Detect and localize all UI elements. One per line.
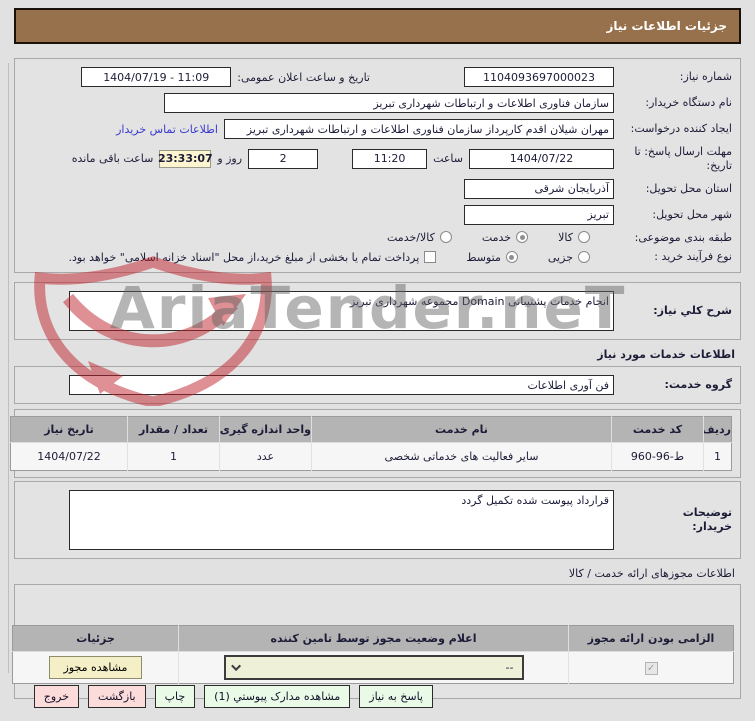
check-icon: ✓ bbox=[644, 661, 658, 675]
page-title-bar: جزئیات اطلاعات نیاز bbox=[14, 8, 741, 44]
service-group-row: گروه خدمت: فن آوری اطلاعات bbox=[21, 372, 734, 398]
col-quantity: تعداد / مقدار bbox=[127, 416, 220, 443]
col-need-date: تاریخ نیاز bbox=[10, 416, 128, 443]
creator-field[interactable]: مهران شیلان اقدم کارپرداز سازمان فناوری … bbox=[224, 119, 614, 139]
classification-option-goods-service[interactable]: کالا/خدمت bbox=[387, 231, 452, 244]
classification-option-service[interactable]: خدمت bbox=[482, 231, 529, 244]
announce-datetime-field[interactable]: 1404/07/19 - 11:09 bbox=[81, 67, 232, 87]
services-table: ردیف کد خدمت نام خدمت واحد اندازه گیری ت… bbox=[10, 416, 732, 471]
col-license-details: جزئیات bbox=[12, 625, 179, 652]
exit-button[interactable]: خروج bbox=[33, 685, 80, 708]
radio-icon[interactable] bbox=[578, 231, 590, 244]
view-attached-documents-button[interactable]: مشاهده مدارک پیوستي (1) bbox=[204, 685, 351, 708]
page-title: جزئیات اطلاعات نیاز bbox=[606, 19, 727, 33]
province-row: استان محل تحویل: آذربایجان شرقی bbox=[21, 176, 734, 202]
col-row-number: ردیف bbox=[703, 416, 732, 443]
deadline-date-field[interactable]: 1404/07/22 bbox=[469, 148, 614, 169]
buyer-org-label: نام دستگاه خریدار: bbox=[645, 96, 732, 110]
licenses-table: الزامی بودن ارائه مجوز اعلام وضعیت مجوز … bbox=[12, 625, 734, 684]
footer-button-bar: پاسخ به نیاز مشاهده مدارک پیوستي (1) چاپ… bbox=[33, 685, 433, 708]
cell-unit: عدد bbox=[219, 442, 312, 471]
service-group-field[interactable]: فن آوری اطلاعات bbox=[69, 375, 614, 395]
need-description-row: شرح کلي نیاز: انجام خدمات پشتیبانی Domai… bbox=[21, 288, 734, 334]
need-description-textarea[interactable]: انجام خدمات پشتیبانی Domain مجموعه شهردا… bbox=[69, 291, 614, 331]
back-button[interactable]: بازگشت bbox=[88, 685, 146, 708]
chevron-down-icon bbox=[230, 661, 241, 672]
creator-label: ایجاد کننده درخواست: bbox=[630, 122, 732, 136]
city-row: شهر محل تحویل: تبریز bbox=[21, 202, 734, 228]
buyer-org-field[interactable]: سازمان فناوری اطلاعات و ارتباطات شهرداری… bbox=[164, 93, 614, 113]
process-type-row: نوع فرآیند خرید : جزیی متوسط پرداخت تمام… bbox=[21, 247, 734, 267]
classification-option-goods[interactable]: کالا bbox=[558, 231, 590, 244]
licenses-table-header-row: الزامی بودن ارائه مجوز اعلام وضعیت مجوز … bbox=[12, 625, 734, 652]
announce-label: تاریخ و ساعت اعلان عمومی: bbox=[237, 70, 370, 84]
radio-icon[interactable] bbox=[439, 231, 452, 244]
process-option-partial[interactable]: جزیی bbox=[548, 251, 590, 264]
need-number-row: شماره نیاز: 1104093697000023 تاریخ و ساع… bbox=[21, 64, 734, 90]
cell-service-name: سایر فعالیت های خدماتی شخصی bbox=[311, 442, 612, 471]
need-number-label: شماره نیاز: bbox=[679, 70, 732, 84]
cell-license-details: مشاهده مجوز bbox=[12, 651, 179, 684]
respond-to-need-button[interactable]: پاسخ به نیاز bbox=[359, 685, 433, 708]
need-number-field[interactable]: 1104093697000023 bbox=[464, 67, 614, 87]
city-field[interactable]: تبریز bbox=[464, 204, 614, 225]
general-info-box: شماره نیاز: 1104093697000023 تاریخ و ساع… bbox=[14, 58, 741, 273]
licenses-box: الزامی بودن ارائه مجوز اعلام وضعیت مجوز … bbox=[12, 584, 741, 699]
services-table-header-row: ردیف کد خدمت نام خدمت واحد اندازه گیری ت… bbox=[10, 416, 732, 443]
need-details-page: { "colors": { "header_bg": "#96714b", "p… bbox=[0, 8, 755, 721]
col-service-code: کد خدمت bbox=[611, 416, 704, 443]
classification-row: طبقه بندی موضوعی: کالا خدمت کالا/خدمت bbox=[21, 228, 734, 248]
cell-need-date: 1404/07/22 bbox=[10, 442, 128, 471]
licenses-section-heading: اطلاعات مجوزهای ارائه خدمت / کالا bbox=[568, 567, 735, 580]
classification-label: طبقه بندی موضوعی: bbox=[634, 230, 732, 244]
frame-divider bbox=[8, 63, 9, 673]
remaining-hours-label: ساعت باقی مانده bbox=[71, 152, 154, 166]
col-unit: واحد اندازه گیری bbox=[219, 416, 312, 443]
deadline-label: مهلت ارسال پاسخ: تا تاریخ: bbox=[634, 145, 732, 172]
col-service-name: نام خدمت bbox=[311, 416, 612, 443]
need-description-label: شرح کلي نیاز: bbox=[653, 304, 732, 318]
cell-license-required: ✓ bbox=[568, 651, 734, 684]
remaining-time-countdown: 23:33:07 bbox=[158, 149, 213, 168]
service-group-label: گروه خدمت: bbox=[664, 378, 732, 392]
service-group-box: گروه خدمت: فن آوری اطلاعات bbox=[14, 366, 741, 404]
deadline-row: مهلت ارسال پاسخ: تا تاریخ: 1404/07/22 سا… bbox=[21, 142, 734, 176]
creator-row: ایجاد کننده درخواست: مهران شیلان اقدم کا… bbox=[21, 116, 734, 142]
city-label: شهر محل تحویل: bbox=[652, 207, 732, 221]
buyer-org-row: نام دستگاه خریدار: سازمان فناوری اطلاعات… bbox=[21, 90, 734, 116]
license-status-select[interactable]: -- bbox=[223, 655, 524, 680]
deadline-time-field[interactable]: 11:20 bbox=[352, 148, 428, 169]
need-description-box: شرح کلي نیاز: انجام خدمات پشتیبانی Domai… bbox=[14, 282, 741, 340]
buyer-notes-box: توضیحات خریدار: قرارداد پیوست شده تکمیل … bbox=[14, 481, 741, 559]
province-label: استان محل تحویل: bbox=[645, 181, 732, 195]
table-row: ✓ -- مشاهده مجوز bbox=[12, 651, 734, 684]
remaining-days-field[interactable]: 2 bbox=[248, 148, 319, 169]
table-row: 1 ط-96-960 سایر فعالیت های خدماتی شخصی ع… bbox=[10, 442, 732, 471]
deadline-hour-label: ساعت bbox=[433, 152, 463, 166]
radio-icon[interactable] bbox=[505, 251, 518, 264]
select-value: -- bbox=[505, 661, 514, 674]
view-license-button[interactable]: مشاهده مجوز bbox=[48, 656, 143, 679]
cell-row-number: 1 bbox=[703, 442, 732, 471]
print-button[interactable]: چاپ bbox=[154, 685, 196, 708]
col-license-required: الزامی بودن ارائه مجوز bbox=[568, 625, 734, 652]
radio-icon[interactable] bbox=[516, 231, 529, 244]
province-field[interactable]: آذربایجان شرقی bbox=[464, 178, 614, 199]
col-license-status: اعلام وضعیت مجوز توسط تامین کننده bbox=[178, 625, 569, 652]
checkbox-icon[interactable] bbox=[424, 251, 437, 264]
buyer-notes-row: توضیحات خریدار: قرارداد پیوست شده تکمیل … bbox=[21, 487, 734, 553]
process-option-medium[interactable]: متوسط bbox=[466, 251, 518, 264]
radio-icon[interactable] bbox=[578, 251, 590, 264]
process-type-label: نوع فرآیند خرید : bbox=[654, 250, 732, 264]
services-section-heading: اطلاعات خدمات مورد نیاز bbox=[597, 348, 735, 361]
cell-license-status: -- bbox=[178, 651, 569, 684]
buyer-notes-label: توضیحات خریدار: bbox=[682, 506, 732, 533]
days-and-label: روز و bbox=[217, 152, 243, 166]
treasury-payment-checkbox[interactable]: پرداخت تمام یا بخشی از مبلغ خرید،از محل … bbox=[69, 251, 437, 264]
cell-service-code: ط-96-960 bbox=[611, 442, 704, 471]
buyer-notes-textarea[interactable]: قرارداد پیوست شده تکمیل گردد bbox=[69, 490, 614, 550]
services-table-box: ردیف کد خدمت نام خدمت واحد اندازه گیری ت… bbox=[10, 409, 741, 478]
buyer-contact-link[interactable]: اطلاعات تماس خریدار bbox=[116, 123, 218, 136]
cell-quantity: 1 bbox=[127, 442, 220, 471]
